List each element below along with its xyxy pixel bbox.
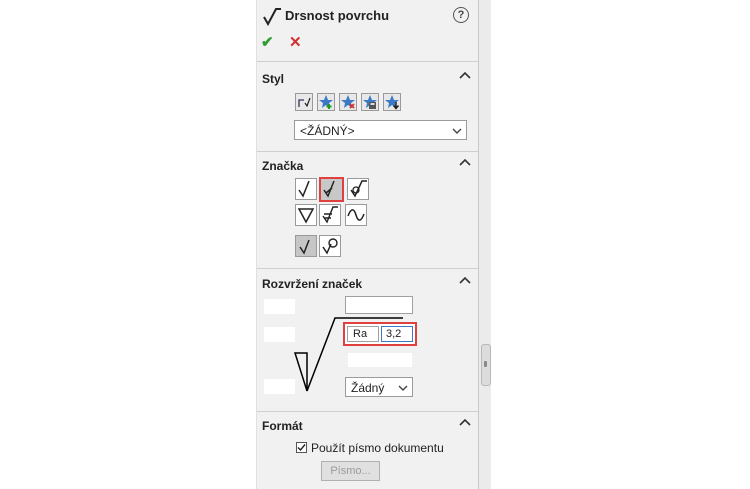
divider [257,268,479,269]
layout-empty-field[interactable] [264,379,295,394]
cancel-button[interactable]: ✕ [289,33,302,51]
styl-section-header: Styl [262,72,285,86]
help-icon[interactable]: ? [453,7,469,23]
ra-field-value: Ra [353,328,368,340]
jis-basic-symbol-icon [299,239,310,255]
style-dropdown-value: <ŽÁDNÝ> [300,124,355,138]
symbol-all-around-button[interactable] [319,204,341,226]
rozvrzeni-collapse-chevron-icon[interactable] [459,275,471,288]
basic-surface-symbol-icon [298,180,310,198]
styl-collapse-chevron-icon[interactable] [459,70,471,83]
divider [257,151,479,152]
znacka-collapse-chevron-icon[interactable] [459,157,471,170]
symbol-wave-button[interactable] [345,204,367,226]
surface-finish-title-icon [263,8,281,26]
format-section-header: Formát [262,419,303,433]
delete-style-icon[interactable] [339,93,357,111]
layout-top-field[interactable] [345,296,413,314]
add-style-icon[interactable] [317,93,335,111]
font-button: Písmo... [321,461,380,481]
machining-required-symbol-icon [323,180,335,198]
machining-prohibited-symbol-icon [350,180,367,198]
symbol-local-button[interactable] [295,204,317,226]
lay-direction-dropdown[interactable]: Žádný [345,377,413,397]
divider [257,61,479,62]
symbol-jis-basic-button[interactable] [295,235,317,257]
chevron-down-icon [452,128,462,134]
format-collapse-chevron-icon[interactable] [459,417,471,430]
ok-button[interactable]: ✔ [261,33,274,51]
symbol-jis-surface-button[interactable] [319,235,341,257]
ra-field[interactable]: Ra [347,326,379,342]
use-document-font-checkbox[interactable] [296,442,307,453]
checkmark-icon [297,444,306,452]
symbol-machining-prohibited-button[interactable] [347,178,369,200]
panel-scroll-strip [478,0,491,489]
panel-title: Drsnost povrchu [285,8,390,23]
divider [257,411,479,412]
use-document-font-label: Použít písmo dokumentu [311,441,444,455]
chevron-down-icon [398,385,408,391]
layout-empty-field[interactable] [264,327,295,342]
znacka-section-header: Značka [262,159,304,173]
wave-symbol-icon [347,209,365,221]
save-style-icon[interactable] [361,93,379,111]
all-around-symbol-icon [322,206,338,224]
style-dropdown[interactable]: <ŽÁDNÝ> [294,120,467,140]
panel-splitter-handle[interactable] [481,344,491,386]
layout-empty-field[interactable] [264,299,295,314]
lay-direction-value: Žádný [351,381,385,395]
property-manager-panel: Drsnost povrchu ? ✔ ✕ Styl <ŽÁDNÝ> Značk… [256,0,479,489]
layout-empty-field[interactable] [348,353,412,367]
roughness-value-text: 3,2 [386,328,402,340]
symbol-machining-required-button[interactable] [319,177,344,202]
roughness-value-input[interactable]: 3,2 [381,326,413,342]
local-symbol-icon [297,208,315,224]
rozvrzeni-section-header: Rozvržení značek [262,277,363,291]
load-style-icon[interactable] [383,93,401,111]
update-style-icon[interactable] [295,93,313,111]
symbol-basic-button[interactable] [295,178,317,200]
jis-surface-symbol-icon [322,238,338,255]
